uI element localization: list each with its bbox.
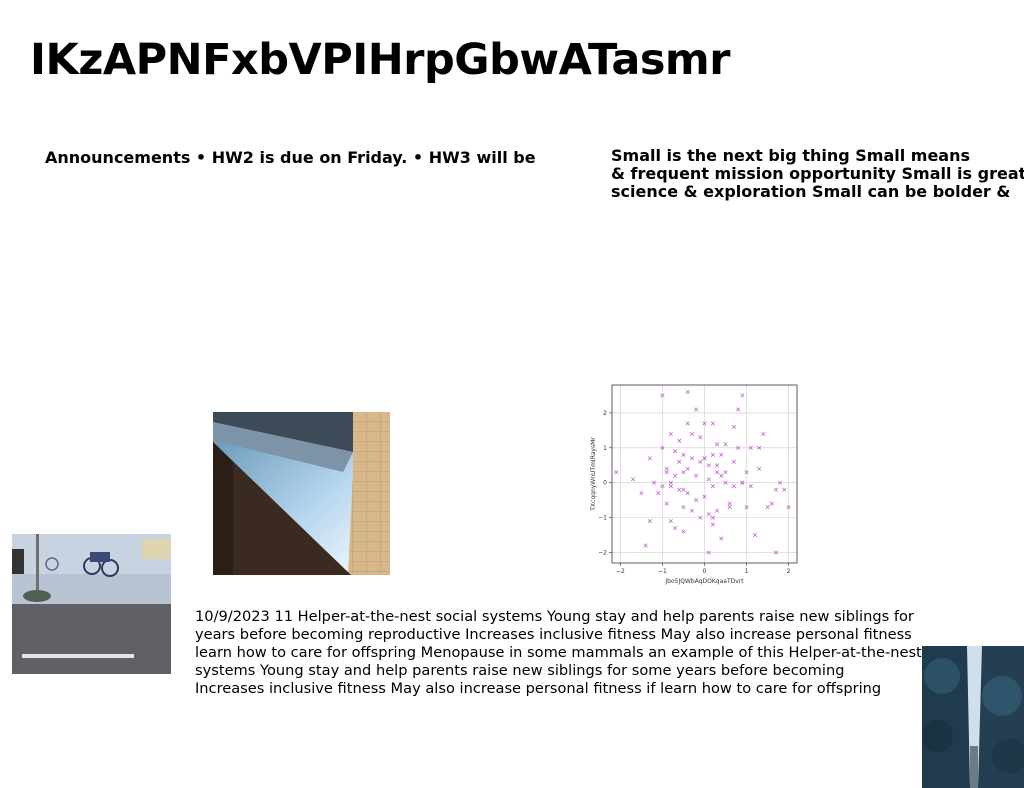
scatter-point	[673, 526, 678, 531]
scatter-point	[668, 431, 673, 436]
scatter-point	[715, 463, 720, 468]
scatter-point	[677, 459, 682, 464]
x-tick-label: 2	[787, 568, 791, 575]
scatter-point	[723, 442, 728, 447]
scatter-point	[773, 487, 779, 492]
scatter-point	[668, 519, 673, 524]
x-axis-label: Jbo5JQWbAqDOKqaaTDvrt	[664, 578, 744, 585]
scatter-point	[719, 473, 724, 478]
trees-photo	[922, 646, 1024, 788]
scatter-point	[727, 501, 732, 506]
scatter-point	[681, 452, 686, 457]
scatter-point	[673, 473, 678, 478]
scatter-point	[685, 389, 690, 395]
y-tick-label: 1	[603, 445, 607, 452]
scatter-point	[706, 463, 711, 468]
scatter-point	[681, 529, 686, 534]
scatter-point	[681, 470, 686, 475]
scatter-point	[723, 470, 728, 475]
scatter-point	[757, 466, 762, 471]
scatter-point	[710, 452, 715, 457]
scatter-chart: −2 −1 0 1 2 −2 −1 0 1 2 Jbo5JQWbAqDOKqaaTDvrt TXc…	[586, 378, 804, 588]
scatter-point	[647, 456, 652, 461]
scatter-point	[698, 435, 703, 440]
scatter-point	[656, 491, 661, 496]
scatter-point	[731, 424, 736, 429]
scatter-point	[664, 501, 669, 506]
scatter-point	[719, 452, 724, 457]
building-photo	[213, 412, 390, 575]
scatter-point	[752, 533, 758, 538]
x-tick-label: 1	[745, 568, 749, 575]
scatter-point	[715, 508, 720, 513]
scatter-point	[748, 484, 753, 489]
scatter-point	[727, 505, 732, 510]
scatter-point	[614, 470, 619, 475]
scatter-point	[664, 466, 669, 471]
scatter-point	[710, 522, 715, 527]
scatter-point	[706, 477, 711, 482]
scatter-point	[664, 470, 669, 475]
scatter-point	[710, 484, 715, 489]
scatter-point	[706, 512, 711, 517]
scatter-point	[740, 393, 745, 398]
body-line: Increases inclusive fitness May also inc…	[195, 680, 882, 697]
small-block-text: Small is the next big thing Small means …	[611, 147, 1024, 203]
scatter-point	[685, 491, 690, 496]
x-tick-label: −1	[658, 568, 667, 575]
scatter-point	[694, 498, 699, 503]
scatter-point	[681, 487, 686, 492]
scatter-point	[689, 431, 694, 436]
small-block-line: & frequent mission opportunity Small is …	[611, 164, 1024, 183]
scatter-chart-svg: −2 −1 0 1 2 −2 −1 0 1 2 Jbo5JQWbAqDOKqaaTDvrt TXc…	[590, 384, 798, 585]
scatter-point	[782, 487, 787, 492]
scatter-point	[685, 421, 690, 426]
scatter-point	[643, 543, 648, 548]
y-tick-label: 0	[603, 480, 607, 487]
scatter-point	[681, 505, 686, 510]
scatter-point	[761, 431, 766, 436]
y-tick-label: −2	[598, 550, 607, 557]
scatter-point	[647, 519, 652, 524]
scatter-point	[685, 466, 690, 471]
small-block-line: Small is the next big thing Small means	[611, 147, 971, 165]
y-tick-label: −1	[598, 515, 607, 522]
scatter-point	[719, 536, 724, 541]
scatter-point	[698, 459, 703, 464]
scatter-point	[694, 407, 699, 412]
x-tick-label: 0	[703, 568, 707, 575]
scatter-point	[689, 508, 694, 513]
x-tick-label: −2	[616, 568, 625, 575]
scatter-point	[689, 456, 694, 461]
scatter-point	[710, 421, 715, 426]
announcements-text: Announcements • HW2 is due on Friday. • …	[45, 148, 536, 167]
scatter-point	[765, 505, 770, 510]
scatter-point	[694, 473, 699, 478]
scatter-point	[630, 477, 636, 482]
scatter-point	[731, 459, 736, 464]
y-tick-label: 2	[603, 410, 607, 417]
body-line: years before becoming reproductive Incre…	[195, 626, 912, 643]
scatter-point	[715, 470, 720, 475]
scatter-point	[677, 487, 682, 492]
scatter-point	[673, 449, 678, 454]
y-axis-label: TXcqqnyWnUTmIRaysMr	[590, 437, 597, 512]
scatter-point	[639, 491, 644, 496]
street-photo	[12, 534, 171, 674]
scatter-point	[715, 442, 720, 447]
scatter-point	[668, 484, 673, 489]
body-line: learn how to care for offspring Menopaus…	[195, 644, 922, 661]
scatter-point	[731, 484, 736, 489]
scatter-point	[677, 438, 682, 443]
scatter-point	[769, 501, 774, 506]
body-line: systems Young stay and help parents rais…	[195, 662, 845, 679]
small-block-line: science & exploration Small can be bolde…	[611, 182, 1011, 201]
body-line: 10/9/2023 11 Helper-at-the-nest social s…	[195, 608, 914, 625]
page-title: IKzAPNFxbVPIHrpGbwATasmr	[30, 35, 730, 85]
body-paragraph: 10/9/2023 11 Helper-at-the-nest social s…	[195, 608, 922, 698]
scatter-point	[736, 407, 741, 412]
